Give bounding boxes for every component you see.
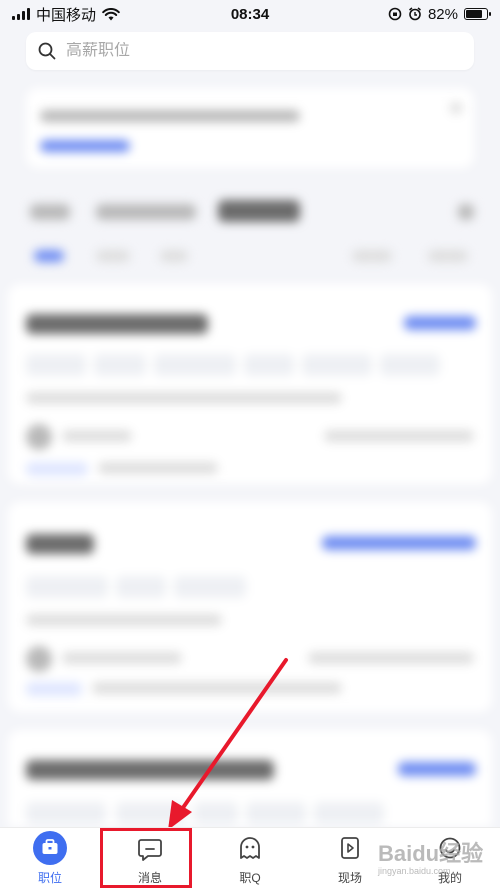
nav-item-live[interactable]: 现场 xyxy=(305,831,395,886)
nav-label-messages: 消息 xyxy=(137,871,162,885)
nav-item-profile[interactable]: 我的 xyxy=(405,831,495,886)
nav-item-zhiq[interactable]: 职Q xyxy=(205,831,295,886)
ghost-icon xyxy=(233,831,267,865)
nav-item-messages[interactable]: 消息 xyxy=(105,831,195,886)
profile-icon xyxy=(433,831,467,865)
nav-label-live: 现场 xyxy=(337,871,362,885)
nav-label-profile: 我的 xyxy=(437,871,462,885)
video-icon xyxy=(333,831,367,865)
nav-label-jobs: 职位 xyxy=(37,871,62,885)
message-icon xyxy=(133,831,167,865)
annotation-arrow xyxy=(168,658,288,830)
briefcase-icon xyxy=(33,831,67,865)
nav-item-jobs[interactable]: 职位 xyxy=(5,831,95,886)
bottom-nav: 职位 消息 职Q 现场 我的 xyxy=(0,827,500,889)
nav-label-zhiq: 职Q xyxy=(239,871,261,885)
